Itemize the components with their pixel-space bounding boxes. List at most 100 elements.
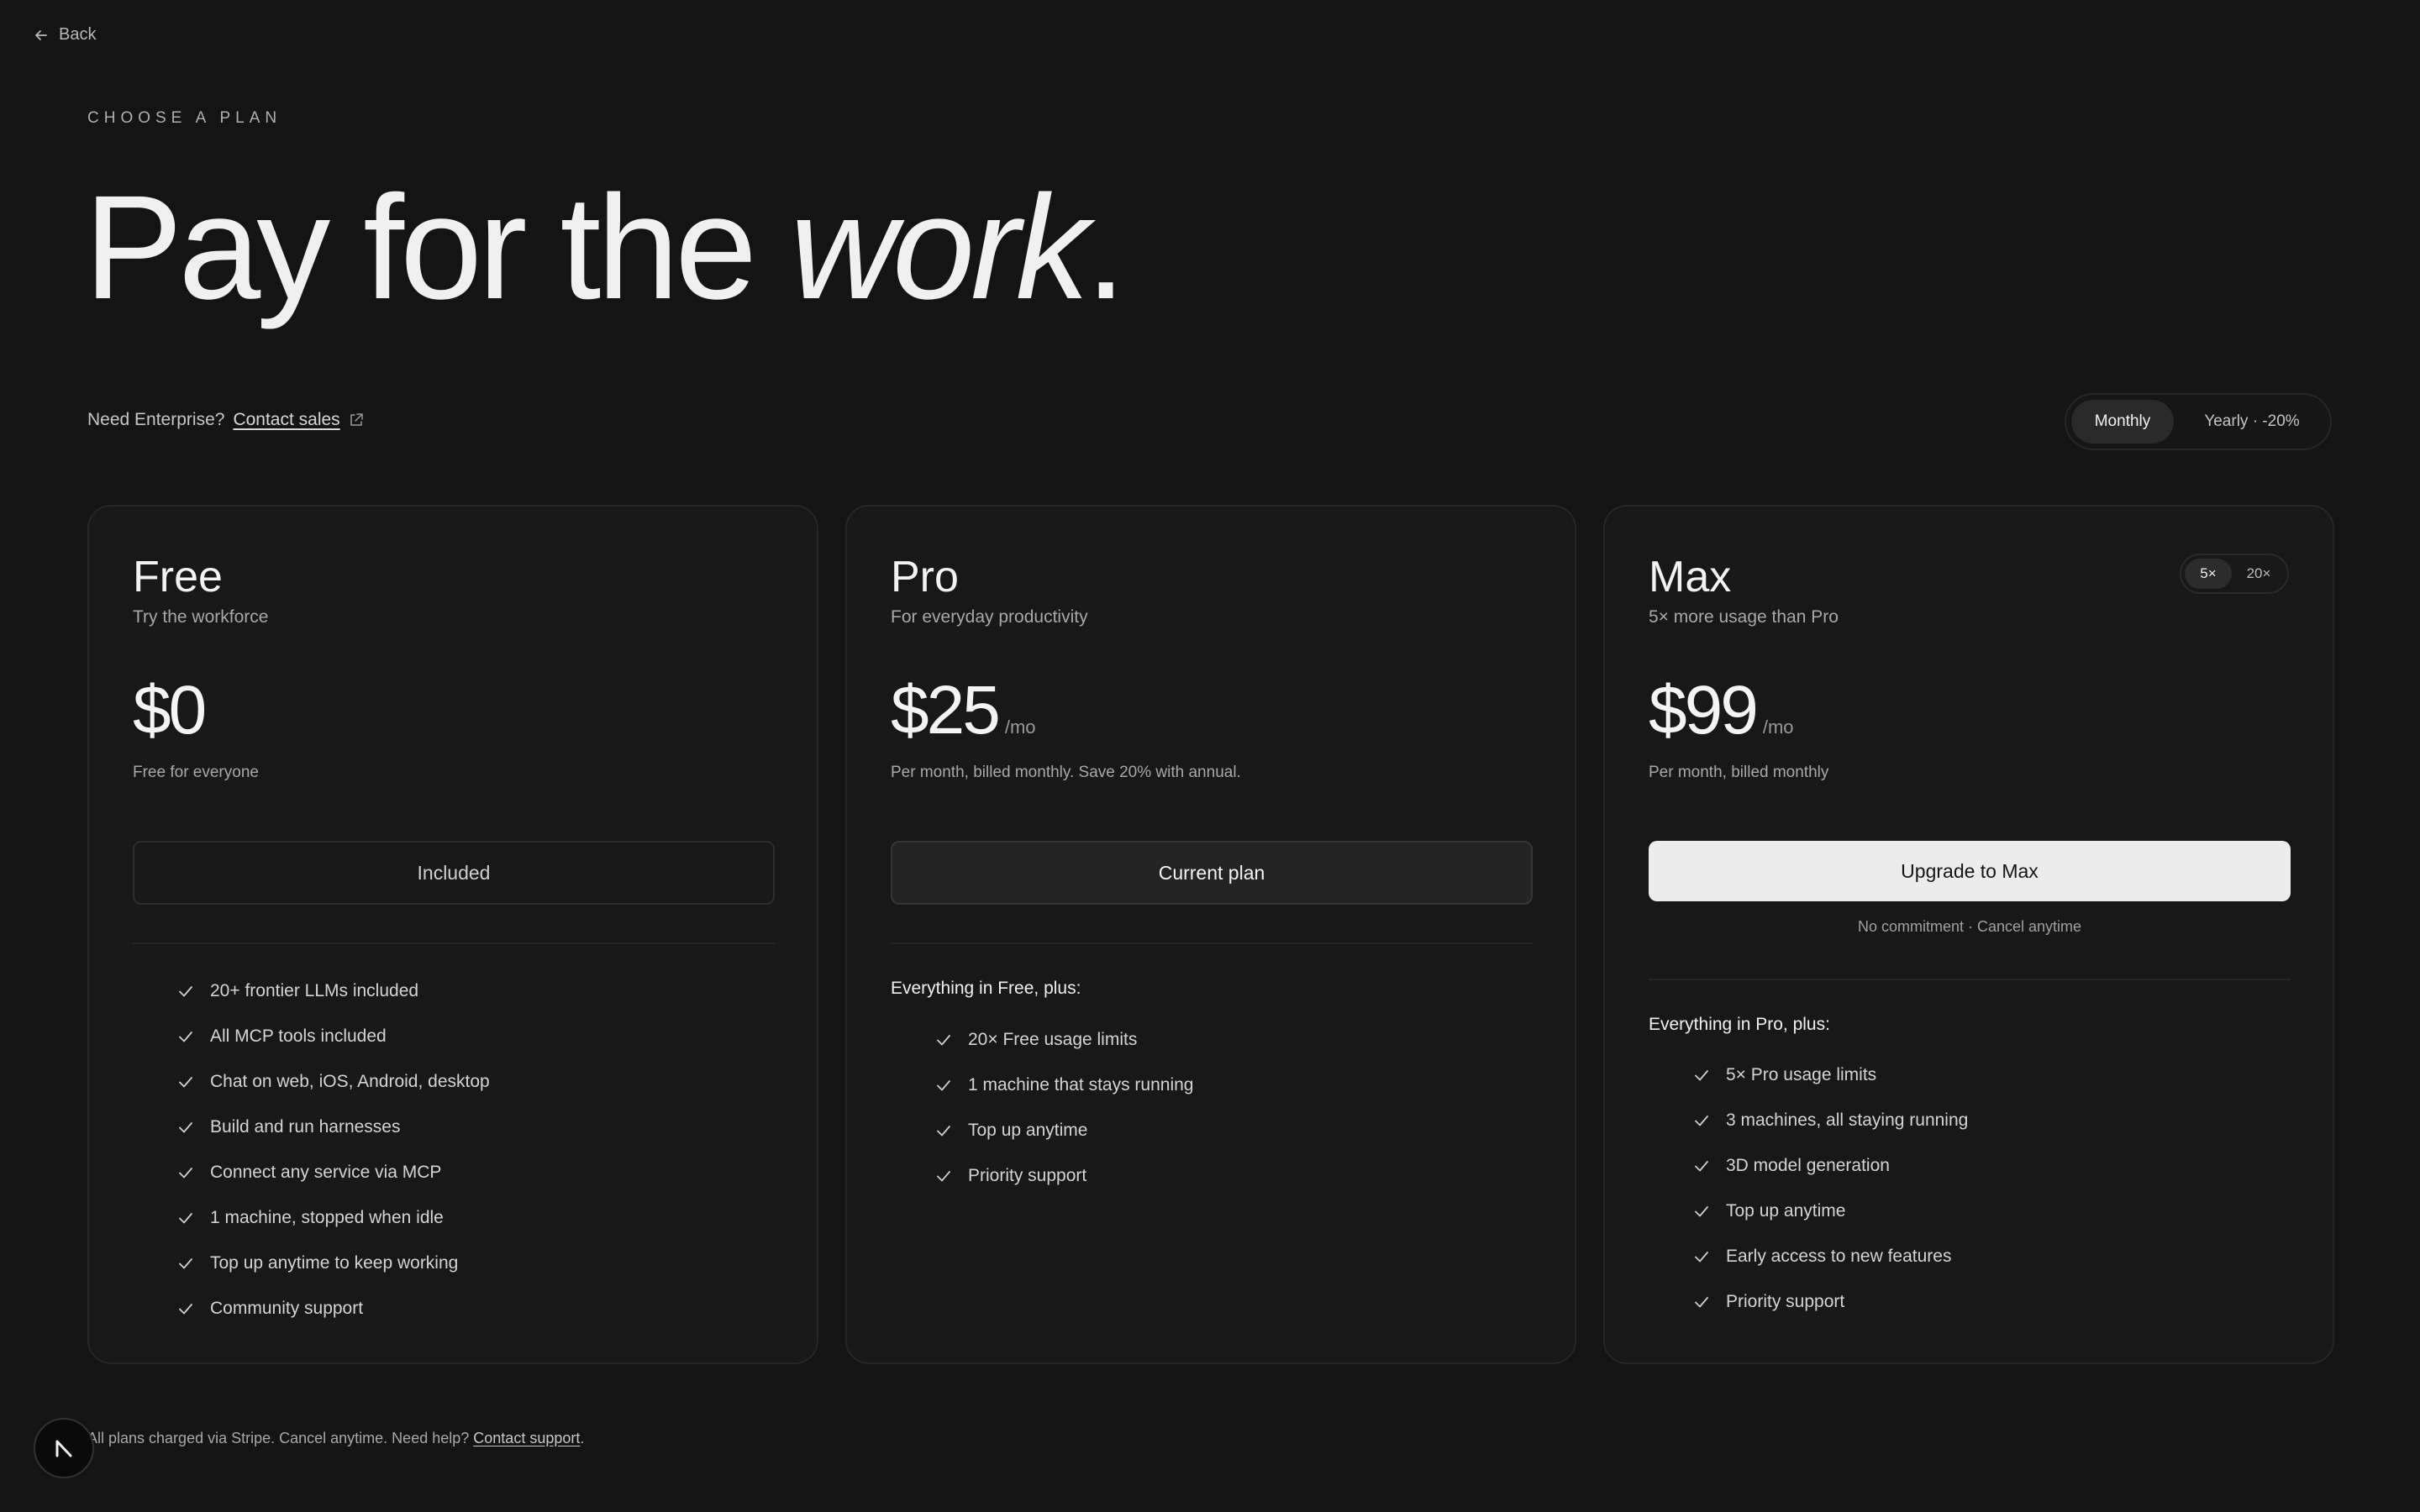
back-label: Back: [59, 25, 97, 44]
upgrade-button[interactable]: Upgrade to Max: [1649, 841, 2291, 901]
plan-tagline: 5× more usage than Pro: [1649, 607, 1839, 627]
check-icon: [179, 1168, 192, 1179]
features-lead: Everything in Free, plus:: [891, 979, 1081, 998]
list-item: Chat on web, iOS, Android, desktop: [176, 1059, 490, 1105]
list-item: Community support: [176, 1286, 490, 1331]
list-item: 20+ frontier LLMs included: [176, 969, 490, 1014]
current-plan-button[interactable]: Current plan: [891, 841, 1533, 905]
divider: [133, 942, 775, 944]
check-icon: [1695, 1161, 1708, 1172]
feature-label: 1 machine, stopped when idle: [210, 1208, 444, 1227]
plan-name: Max: [1649, 553, 1732, 601]
title-plain: Pay for the: [84, 165, 791, 330]
features-lead: Everything in Pro, plus:: [1649, 1015, 1830, 1034]
plan-tagline: Try the workforce: [133, 607, 269, 627]
list-item: Priority support: [1692, 1279, 1968, 1325]
feature-label: Top up anytime to keep working: [210, 1253, 459, 1273]
contact-sales-link[interactable]: Contact sales: [233, 410, 339, 430]
check-icon: [179, 1258, 192, 1269]
feature-label: Priority support: [968, 1166, 1087, 1185]
feature-label: Build and run harnesses: [210, 1117, 401, 1137]
price-amount: $25: [891, 672, 1001, 748]
monthly-option[interactable]: Monthly: [2071, 400, 2174, 444]
plan-price: $0: [133, 671, 207, 750]
check-icon: [937, 1126, 950, 1137]
title-end: .: [1085, 165, 1127, 330]
list-item: 3 machines, all staying running: [1692, 1098, 1968, 1143]
yearly-option[interactable]: Yearly · -20%: [2179, 400, 2325, 444]
list-item: Early access to new features: [1692, 1234, 1968, 1279]
list-item: 1 machine that stays running: [934, 1063, 1194, 1108]
price-note: Per month, billed monthly: [1649, 764, 1829, 781]
feature-label: Chat on web, iOS, Android, desktop: [210, 1072, 490, 1091]
external-link-icon: [350, 413, 363, 426]
check-icon: [1695, 1116, 1708, 1126]
price-note: Free for everyone: [133, 764, 259, 781]
button-subnote: No commitment · Cancel anytime: [1857, 918, 2082, 935]
check-icon: [179, 1304, 192, 1315]
plan-name: Pro: [891, 553, 959, 601]
size-option-5x[interactable]: 5×: [2185, 559, 2232, 589]
list-item: 3D model generation: [1692, 1143, 1968, 1189]
check-icon: [179, 1213, 192, 1224]
check-icon: [179, 986, 192, 997]
divider: [891, 942, 1533, 944]
page-eyebrow: CHOOSE A PLAN: [87, 109, 282, 127]
title-italic: work: [790, 165, 1090, 330]
feature-label: 20+ frontier LLMs included: [210, 981, 419, 1000]
feature-label: Connect any service via MCP: [210, 1163, 442, 1182]
feature-label: Top up anytime: [1726, 1201, 1846, 1221]
size-option-20x[interactable]: 20×: [2233, 559, 2284, 589]
check-icon: [179, 1122, 192, 1133]
enterprise-row: Need Enterprise? Contact sales: [87, 410, 364, 430]
feature-label: Priority support: [1726, 1292, 1845, 1311]
enterprise-prompt: Need Enterprise?: [87, 410, 225, 429]
list-item: Connect any service via MCP: [176, 1150, 490, 1195]
usage-multiplier-toggle: 5× 20×: [2180, 554, 2289, 594]
check-icon: [179, 1077, 192, 1088]
list-item: Top up anytime: [934, 1108, 1194, 1153]
feature-list: 20+ frontier LLMs included All MCP tools…: [176, 969, 490, 1331]
app-logo-button[interactable]: [34, 1418, 94, 1478]
feature-label: 3D model generation: [1726, 1156, 1890, 1175]
check-icon: [937, 1171, 950, 1182]
check-icon: [937, 1035, 950, 1046]
footer-text: All plans charged via Stripe. Cancel any…: [87, 1430, 470, 1446]
list-item: All MCP tools included: [176, 1014, 490, 1059]
footer-end: .: [580, 1430, 585, 1446]
included-button[interactable]: Included: [133, 841, 775, 905]
list-item: 5× Pro usage limits: [1692, 1053, 1968, 1098]
contact-support-link[interactable]: Contact support: [473, 1430, 580, 1446]
check-icon: [937, 1080, 950, 1091]
price-amount: $0: [133, 672, 207, 748]
check-icon: [1695, 1297, 1708, 1308]
list-item: 20× Free usage limits: [934, 1017, 1194, 1063]
app-logo-icon: [55, 1440, 72, 1457]
list-item: Build and run harnesses: [176, 1105, 490, 1150]
feature-label: 1 machine that stays running: [968, 1075, 1194, 1095]
plan-card-pro: Pro For everyday productivity $25 /mo Pe…: [845, 505, 1576, 1364]
feature-label: 3 machines, all staying running: [1726, 1110, 1969, 1130]
page-title: Pay for the work.: [84, 160, 1127, 337]
plan-name: Free: [133, 553, 223, 601]
plan-price: $25 /mo: [891, 671, 1036, 750]
list-item: Top up anytime: [1692, 1189, 1968, 1234]
check-icon: [179, 1032, 192, 1042]
feature-label: Community support: [210, 1299, 364, 1318]
feature-label: 5× Pro usage limits: [1726, 1065, 1877, 1084]
check-icon: [1695, 1206, 1708, 1217]
price-period: /mo: [1762, 717, 1794, 738]
list-item: Top up anytime to keep working: [176, 1241, 490, 1286]
check-icon: [1695, 1252, 1708, 1263]
plan-price: $99 /mo: [1649, 671, 1794, 750]
footer-note: All plans charged via Stripe. Cancel any…: [87, 1430, 584, 1447]
divider: [1649, 979, 2291, 980]
plan-card-max: Max 5× 20× 5× more usage than Pro $99 /m…: [1603, 505, 2334, 1364]
check-icon: [1695, 1070, 1708, 1081]
price-period: /mo: [1004, 717, 1036, 738]
feature-list: 5× Pro usage limits 3 machines, all stay…: [1692, 1053, 1968, 1325]
price-note: Per month, billed monthly. Save 20% with…: [891, 764, 1241, 781]
price-amount: $99: [1649, 672, 1759, 748]
feature-label: All MCP tools included: [210, 1026, 387, 1046]
back-button[interactable]: Back: [34, 25, 96, 45]
